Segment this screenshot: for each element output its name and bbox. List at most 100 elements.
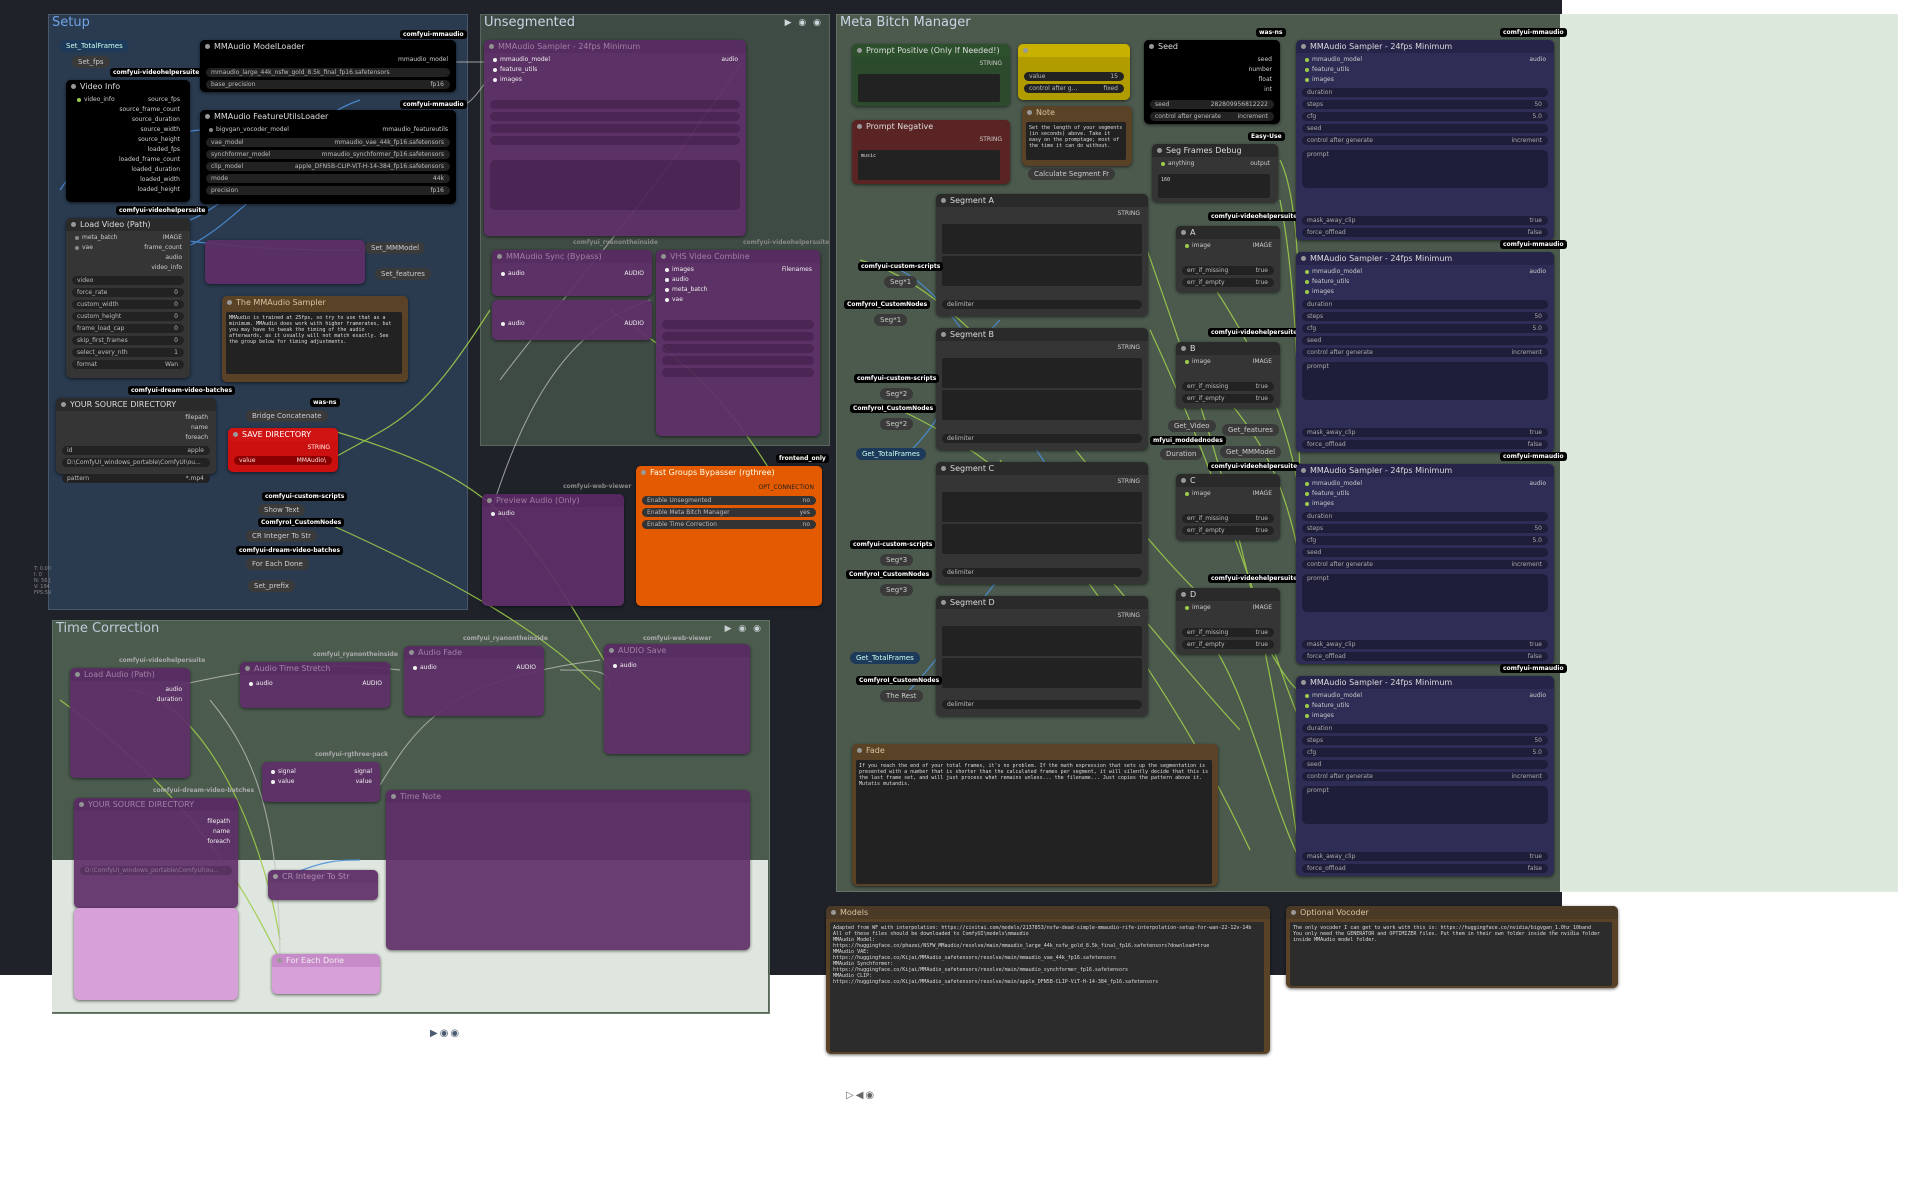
input-feature-utils[interactable]: feature_utils [1302,278,1349,285]
mmaudio-sampler-2[interactable]: MMAudio Sampler - 24fps Minimum mmaudio_… [1296,252,1554,452]
note-node[interactable]: Note Set the length of your segments (in… [1022,106,1132,166]
segment-text[interactable] [942,658,1142,688]
show-text-node[interactable]: Show Text [258,504,306,516]
input-mmaudio-model[interactable]: mmaudio_model [490,56,550,63]
output-string[interactable]: STRING [1117,612,1140,619]
input-mmaudio-model[interactable]: mmaudio_model [1302,480,1362,487]
set-prefix-node[interactable]: Set_prefix [248,580,296,592]
prompt-positive-node[interactable]: Prompt Positive (Only If Needed!) STRING [852,44,1010,106]
output-audio[interactable]: audio [1529,268,1546,275]
set-fps-node[interactable]: Set_fps [72,56,110,68]
output-audio[interactable]: audio [1529,480,1546,487]
segment-length-node[interactable]: value 15 control after g... fixed [1018,44,1130,100]
input-images[interactable]: images [1302,500,1334,507]
source-directory-node[interactable]: YOUR SOURCE DIRECTORY filepath name fore… [56,398,216,474]
video-info-node[interactable]: Video Info video_info source_fps source_… [66,80,190,202]
segment-d-node[interactable]: Segment D STRING delimiter [936,596,1148,716]
input-audio[interactable]: audio [246,680,273,687]
param-row[interactable] [490,124,740,133]
model-select[interactable]: mmaudio_large_44k_nsfw_gold_8.5k_final_f… [206,68,450,77]
get-video-node[interactable]: Get_Video [1168,420,1216,432]
prompt-negative-node[interactable]: Prompt Negative STRING music [852,120,1010,184]
output-int[interactable]: int [1264,86,1272,93]
output-frame-count[interactable]: frame_count [144,244,182,251]
optional-vocoder-note[interactable]: Optional Vocoder The only vocoder I can … [1286,906,1618,988]
control-field[interactable]: control after g... fixed [1024,84,1124,93]
duration-node[interactable]: Duration [1160,448,1203,460]
fast-groups-bypasser-node[interactable]: Fast Groups Bypasser (rgthree) OPT_CONNE… [636,466,822,606]
audio-time-stretch-node[interactable]: Audio Time Stretch audio AUDIO [240,662,390,708]
select-every-nth-field[interactable]: select_every_nth 1 [72,348,184,357]
output-loaded-duration[interactable]: loaded_duration [131,166,180,173]
for-each-done-node[interactable]: For Each Done [246,558,309,570]
output-audio[interactable]: audio [1529,56,1546,63]
input-video-info[interactable]: video_info [74,96,115,103]
output-float[interactable]: float [1259,76,1272,83]
output-image[interactable]: IMAGE [1253,242,1272,249]
preview-audio-node[interactable]: Preview Audio (Only) audio [482,494,624,606]
output-audio[interactable]: AUDIO [624,320,644,327]
bypassed-lower-node[interactable] [74,908,238,1000]
control-field[interactable]: control after generate increment [1302,560,1548,569]
output-featureutils[interactable]: mmaudio_featureutils [382,126,448,133]
param-row[interactable] [662,368,814,377]
err-if-missing[interactable]: err_if_missing true [1182,266,1274,275]
models-note[interactable]: Models Adapted from WF with interpolatio… [826,906,1270,1054]
output-audio[interactable]: AUDIO [362,680,382,687]
output-audio[interactable]: AUDIO [516,664,536,671]
seg1-node-b[interactable]: Seg*1 [874,314,908,326]
delimiter-field[interactable]: delimiter [942,700,1142,709]
bridge-concatenate-node[interactable]: Bridge Concatenate [246,410,328,422]
the-rest-node[interactable]: The Rest [880,690,923,702]
output-loaded-height[interactable]: loaded_height [138,186,180,193]
output-audio[interactable]: audio [1529,692,1546,699]
clip-model-select[interactable]: clip_model apple_DFN5B-CLIP-ViT-H-14-384_… [206,162,450,171]
seed-field[interactable]: seed 282809956812222 [1150,100,1274,109]
value-field[interactable]: value MMAudio\ [234,456,332,465]
output-name[interactable]: name [213,828,230,835]
prompt-field[interactable]: prompt [1302,362,1548,400]
output-seed[interactable]: seed [1258,56,1272,63]
input-value[interactable]: value [268,778,294,785]
input-feature-utils[interactable]: feature_utils [1302,702,1349,709]
input-feature-utils[interactable]: feature_utils [490,66,537,73]
duration-field[interactable]: duration [1302,512,1548,521]
delimiter-field[interactable]: delimiter [942,434,1142,443]
param-row[interactable] [490,100,740,109]
cfg-field[interactable]: cfg 5.0 [1302,324,1548,333]
for-each-time-node[interactable]: For Each Done [272,954,380,994]
steps-field[interactable]: steps 50 [1302,100,1548,109]
seg3-node[interactable]: Seg*3 [880,554,914,566]
skip-first-frames-field[interactable]: skip_first_frames 0 [72,336,184,345]
input-images[interactable]: images [1302,76,1334,83]
input-image[interactable]: image [1182,604,1211,611]
input-audio[interactable]: audio [498,270,525,277]
note-text[interactable]: MMAudio is trained at 25fps, so try to u… [226,312,402,374]
cfg-field[interactable]: cfg 5.0 [1302,536,1548,545]
prompt-field[interactable]: prompt [1302,574,1548,612]
select-images-b-node[interactable]: B image IMAGE err_if_missing true err_if_… [1176,342,1280,408]
frame-load-cap-field[interactable]: frame_load_cap 0 [72,324,184,333]
output-foreach[interactable]: foreach [185,434,208,441]
input-vae[interactable]: vae [72,244,93,251]
output-string[interactable]: STRING [1117,478,1140,485]
input-image[interactable]: image [1182,242,1211,249]
input-images[interactable]: images [662,266,694,273]
output-source-frame-count[interactable]: source_frame_count [119,106,180,113]
segment-text[interactable] [942,390,1142,420]
duration-field[interactable]: duration [1302,300,1548,309]
output-output[interactable]: output [1250,160,1270,167]
seg-frames-debug-node[interactable]: Seg Frames Debug anything output 160 [1152,144,1278,202]
set-mmmodel-node[interactable]: Set_MMModel [365,242,426,254]
steps-field[interactable]: steps 50 [1302,524,1548,533]
prompt-positive-text[interactable] [858,74,1000,102]
video-field[interactable]: video [72,276,184,285]
get-total-frames-node-2[interactable]: Get_TotalFrames [850,652,920,664]
input-images[interactable]: images [490,76,522,83]
input-meta-batch[interactable]: meta_batch [72,234,118,241]
seed-field[interactable]: seed [1302,548,1548,557]
base-precision-select[interactable]: base_precision fp16 [206,80,450,89]
output-filepath[interactable]: filepath [185,414,208,421]
input-vae[interactable]: vae [662,296,683,303]
input-signal[interactable]: signal [268,768,296,775]
